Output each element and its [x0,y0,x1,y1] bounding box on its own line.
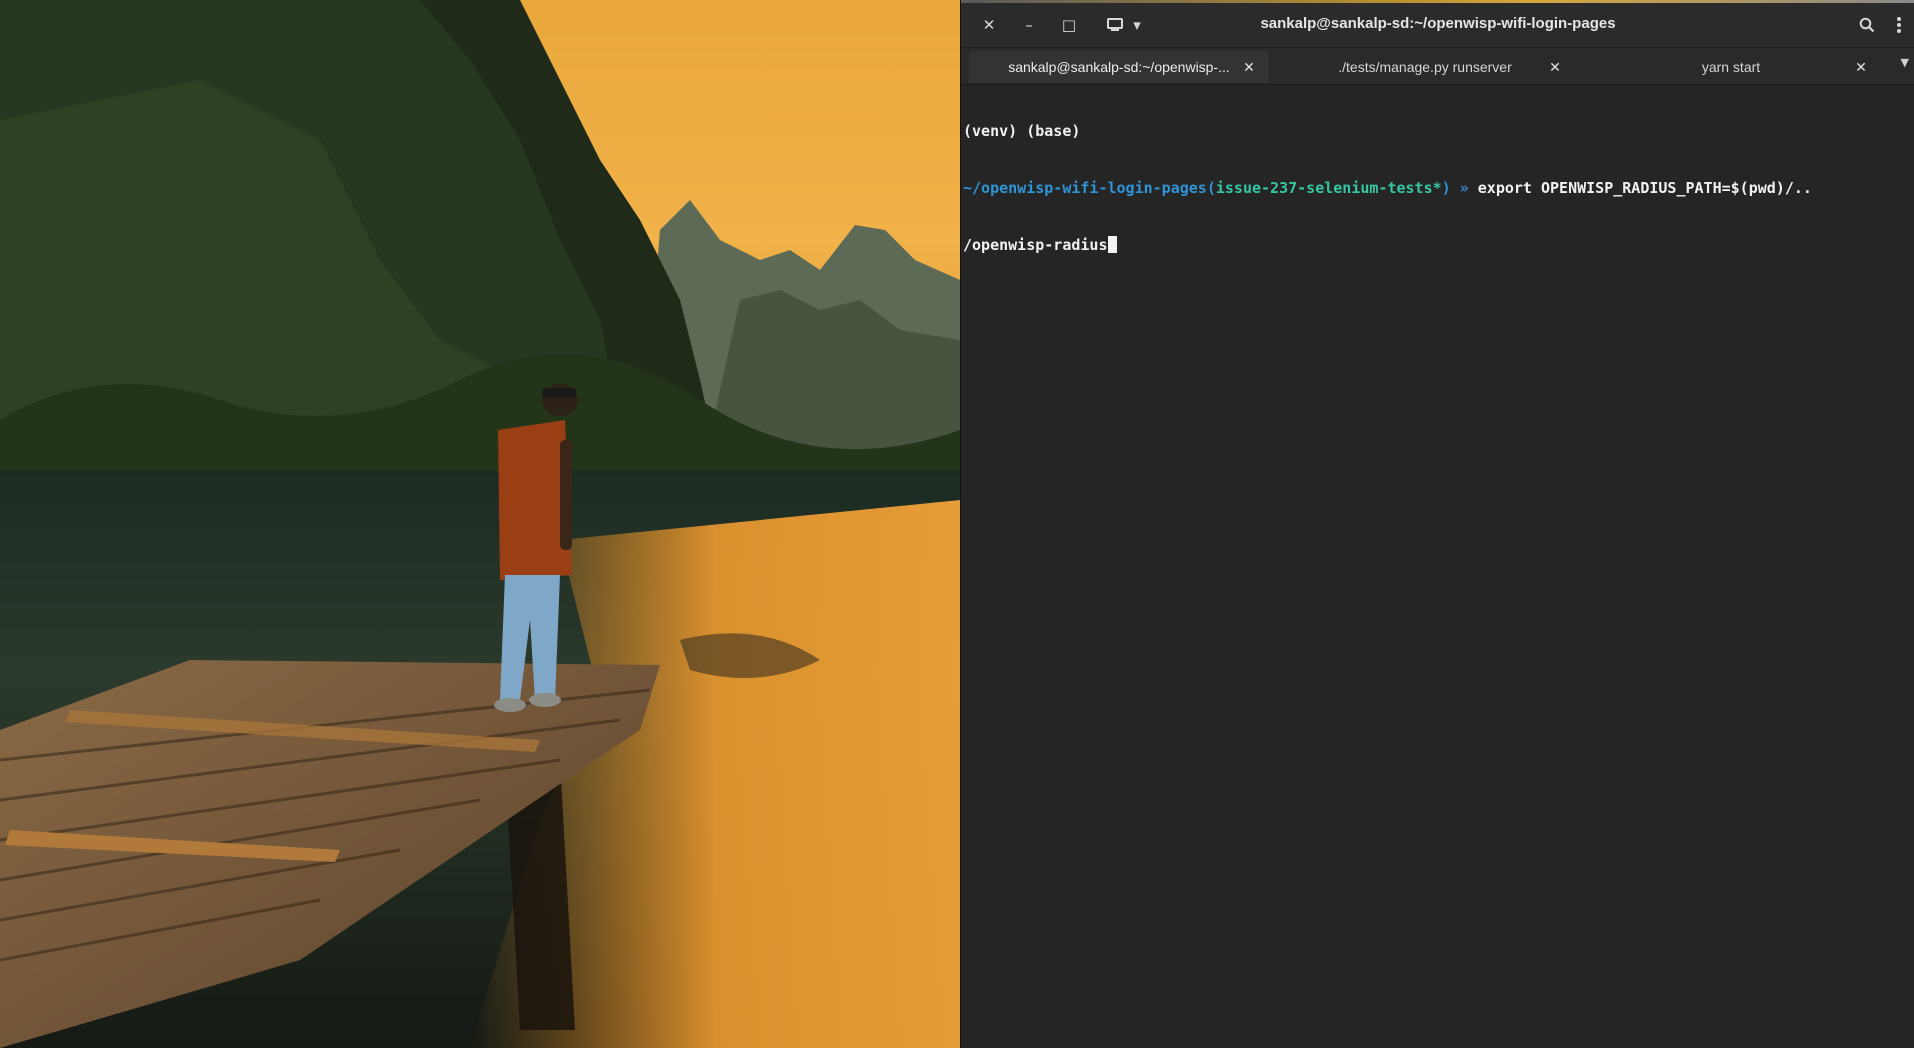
tabs-menu-button[interactable]: ▼ [1901,56,1909,69]
terminal-window[interactable]: ✕ – □ ▾ sankalp@sankalp-sd:~/openwisp-wi… [960,0,1914,1048]
close-icon: ✕ [1855,58,1867,75]
prompt-paren-close: ) [1441,179,1451,197]
close-icon: ✕ [1243,58,1255,75]
chevron-down-icon: ▾ [1133,16,1141,34]
tab-label: sankalp@sankalp-sd:~/openwisp-... [1008,59,1230,75]
typed-command: export OPENWISP_RADIUS_PATH=$(pwd)/.. [1477,179,1812,197]
minimize-icon: – [1025,16,1033,34]
minimize-window-button[interactable]: – [1015,11,1043,39]
maximize-window-button[interactable]: □ [1055,11,1083,39]
kebab-menu-icon [1897,17,1901,33]
terminal-output[interactable]: (venv) (base) ~/openwisp-wifi-login-page… [963,84,1914,1048]
close-window-button[interactable]: ✕ [975,11,1003,39]
prompt-symbol: » [1450,179,1478,197]
terminal-line: /openwisp-radius [963,236,1914,255]
wallpaper-image [0,0,960,1048]
tab-close-button[interactable]: ✕ [1545,57,1565,77]
terminal-line: (venv) (base) [963,122,1914,141]
tab-openwisp[interactable]: sankalp@sankalp-sd:~/openwisp-... ✕ [969,51,1269,83]
prompt-paren-open: ( [1206,179,1216,197]
desktop-wallpaper [0,0,960,1048]
titlebar[interactable]: ✕ – □ ▾ sankalp@sankalp-sd:~/openwisp-wi… [961,3,1914,48]
new-tab-menu-button[interactable]: ▾ [1127,11,1147,39]
tab-runserver[interactable]: ./tests/manage.py runserver ✕ [1275,51,1575,83]
new-tab-icon [1107,18,1123,31]
desktop: ✕ – □ ▾ sankalp@sankalp-sd:~/openwisp-wi… [0,0,1914,1048]
tab-close-button[interactable]: ✕ [1851,57,1871,77]
tab-bar: sankalp@sankalp-sd:~/openwisp-... ✕ ./te… [961,48,1914,85]
prompt-path: ~/openwisp-wifi-login-pages [963,179,1207,197]
prompt-git-branch: issue-237-selenium-tests* [1215,179,1442,197]
close-icon: ✕ [982,16,996,34]
close-icon: ✕ [1549,58,1561,75]
maximize-icon: □ [1061,16,1077,34]
new-tab-button[interactable] [1101,11,1129,39]
typed-command-continuation: /openwisp-radius [963,236,1108,254]
tab-close-button[interactable]: ✕ [1239,57,1259,77]
env-indicator: (venv) (base) [963,122,1081,140]
tab-label: yarn start [1701,59,1761,75]
window-menu-button[interactable] [1885,11,1913,39]
tab-label: ./tests/manage.py runserver [1338,59,1512,75]
terminal-line: ~/openwisp-wifi-login-pages(issue-237-se… [963,179,1914,198]
tab-yarn-start[interactable]: yarn start ✕ [1581,51,1881,83]
chevron-down-icon: ▼ [1900,56,1909,69]
text-cursor [1107,236,1117,253]
search-icon [1859,17,1875,33]
search-button[interactable] [1853,11,1881,39]
